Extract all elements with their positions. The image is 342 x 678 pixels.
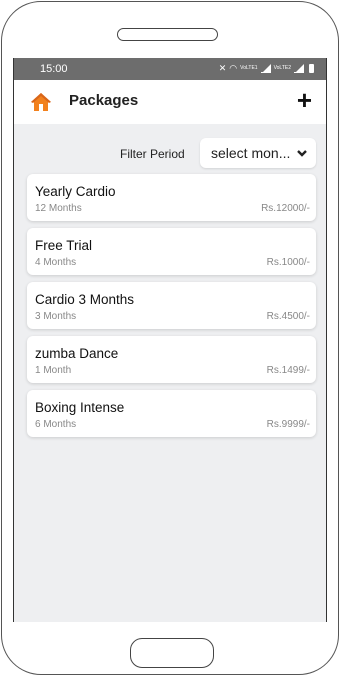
signal1-icon bbox=[260, 63, 271, 73]
package-duration: 6 Months bbox=[35, 419, 77, 430]
package-name: zumba Dance bbox=[35, 346, 119, 361]
filter-period-value: select mon... bbox=[211, 145, 291, 161]
package-price: Rs.9999/- bbox=[266, 419, 310, 430]
status-bar: 15:00 ✕ ◠ VoLTE1 VoLTE2 bbox=[14, 58, 326, 80]
mute-icon: ✕ bbox=[218, 63, 227, 73]
package-duration: 4 Months bbox=[35, 257, 77, 268]
package-name: Yearly Cardio bbox=[35, 184, 116, 199]
wifi-icon: ◠ bbox=[229, 63, 238, 73]
package-price: Rs.1499/- bbox=[266, 365, 310, 376]
status-time: 15:00 bbox=[40, 63, 68, 75]
filter-period-label: Filter Period bbox=[120, 147, 185, 161]
add-package-button[interactable]: + bbox=[297, 86, 312, 114]
package-price: Rs.4500/- bbox=[266, 311, 310, 322]
page-title: Packages bbox=[69, 92, 139, 109]
battery-icon bbox=[309, 63, 314, 73]
volte2-icon: VoLTE2 bbox=[273, 65, 291, 71]
package-price: Rs.12000/- bbox=[261, 203, 310, 214]
package-card[interactable]: Free Trial 4 Months Rs.1000/- bbox=[27, 228, 316, 275]
package-name: Boxing Intense bbox=[35, 400, 125, 415]
filter-period-select[interactable]: select mon... bbox=[200, 138, 316, 168]
package-card[interactable]: zumba Dance 1 Month Rs.1499/- bbox=[27, 336, 316, 383]
status-icons: ✕ ◠ VoLTE1 VoLTE2 bbox=[219, 62, 314, 74]
phone-speaker bbox=[117, 28, 218, 41]
phone-home-button[interactable] bbox=[130, 638, 214, 668]
home-icon[interactable] bbox=[30, 92, 52, 112]
package-duration: 1 Month bbox=[35, 365, 72, 376]
package-card[interactable]: Cardio 3 Months 3 Months Rs.4500/- bbox=[27, 282, 316, 329]
app-screen: 15:00 ✕ ◠ VoLTE1 VoLTE2 Packages + Filte… bbox=[13, 58, 327, 622]
package-name: Cardio 3 Months bbox=[35, 292, 135, 307]
app-header: Packages + bbox=[14, 80, 326, 124]
package-name: Free Trial bbox=[35, 238, 93, 253]
package-card[interactable]: Yearly Cardio 12 Months Rs.12000/- bbox=[27, 174, 316, 221]
signal2-icon bbox=[294, 63, 304, 73]
package-price: Rs.1000/- bbox=[266, 257, 310, 268]
volte1-icon: VoLTE1 bbox=[240, 65, 258, 71]
package-list: Yearly Cardio 12 Months Rs.12000/- Free … bbox=[27, 174, 316, 444]
package-duration: 12 Months bbox=[35, 203, 82, 214]
package-card[interactable]: Boxing Intense 6 Months Rs.9999/- bbox=[27, 390, 316, 437]
package-duration: 3 Months bbox=[35, 311, 77, 322]
chevron-down-icon bbox=[297, 150, 307, 157]
filter-row: Filter Period select mon... bbox=[14, 138, 326, 168]
